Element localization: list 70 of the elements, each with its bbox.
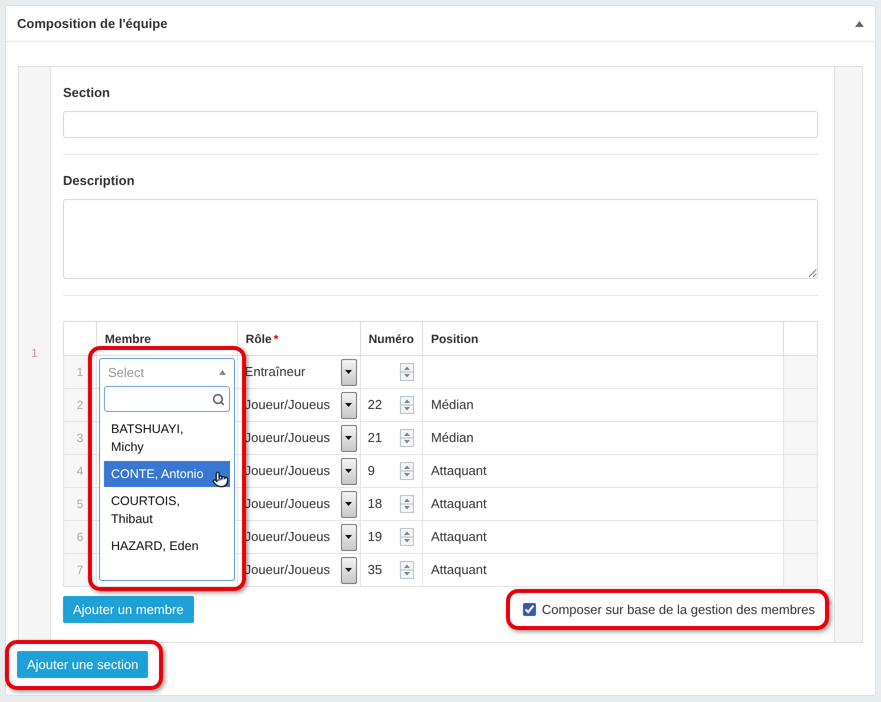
- select-placeholder: Select: [108, 364, 144, 382]
- position-value: Attaquant: [430, 529, 487, 544]
- role-dropdown-button[interactable]: [340, 424, 357, 452]
- column-header: Numéro: [368, 332, 414, 346]
- checkbox[interactable]: [522, 603, 536, 616]
- role-dropdown-button[interactable]: [340, 556, 357, 584]
- position-value: Attaquant: [430, 463, 487, 478]
- role-value: Joueur/Joueus: [244, 495, 330, 514]
- spinner-icon[interactable]: [400, 561, 414, 579]
- number-value: 9: [368, 462, 375, 480]
- number-value: 18: [368, 495, 382, 514]
- member-dropdown[interactable]: Select BATSHUAYI, Michy CONTE, Antonio COURTOIS, Thibaut HAZARD, Eden: [99, 358, 235, 581]
- dropdown-option[interactable]: HAZARD, Eden: [104, 533, 230, 559]
- required-asterisk: *: [274, 332, 278, 346]
- row-number: 3: [76, 431, 84, 445]
- caret-icon: [219, 370, 226, 375]
- spinner-icon[interactable]: [400, 528, 414, 546]
- caret-icon: [345, 502, 352, 506]
- panel-title: Composition de l'équipe: [17, 14, 168, 33]
- position-value: Médian: [430, 430, 474, 446]
- position-value: Attaquant: [430, 562, 487, 578]
- role-value: Joueur/Joueus: [244, 396, 330, 414]
- caret-icon: [345, 535, 352, 539]
- checkbox-label: Composer sur base de la gestion des membres: [542, 600, 815, 619]
- column-header: Position: [430, 332, 478, 346]
- spinner-icon[interactable]: [400, 363, 414, 381]
- number-value: 22: [368, 396, 382, 414]
- position-value: Médian: [430, 397, 474, 412]
- row-number: 6: [76, 530, 84, 544]
- row-number: 1: [76, 365, 84, 379]
- role-dropdown-button[interactable]: [340, 490, 357, 518]
- field-label: Section: [63, 84, 111, 102]
- caret-icon: [345, 469, 352, 473]
- row-number: 7: [76, 563, 84, 577]
- position-value: Attaquant: [430, 496, 487, 512]
- role-dropdown-button[interactable]: [340, 458, 357, 484]
- role-dropdown-button[interactable]: [340, 392, 357, 418]
- role-dropdown-button[interactable]: [340, 524, 357, 550]
- collapse-caret-icon[interactable]: [855, 20, 864, 26]
- search-field[interactable]: [104, 386, 230, 412]
- text-field[interactable]: [63, 111, 818, 138]
- role-dropdown-button[interactable]: [340, 358, 357, 386]
- spinner-icon[interactable]: [400, 495, 414, 513]
- role-value: Joueur/Joueus: [244, 528, 330, 546]
- row-number: 5: [76, 497, 84, 511]
- dropdown-option[interactable]: CONTE, Antonio: [104, 461, 230, 487]
- spinner-icon[interactable]: [400, 396, 414, 414]
- dropdown-option[interactable]: BATSHUAYI, Michy: [104, 416, 230, 460]
- caret-icon: [345, 403, 352, 407]
- dropdown-option[interactable]: COURTOIS, Thibaut: [104, 488, 230, 532]
- spinner-icon[interactable]: [400, 429, 414, 447]
- column-header: Membre: [104, 332, 151, 346]
- field-label: Description: [63, 172, 136, 190]
- caret-icon: [345, 370, 352, 374]
- role-value: Entraîneur: [244, 363, 306, 382]
- role-value: Joueur/Joueus: [244, 462, 330, 480]
- pointer-cursor-icon: [212, 471, 229, 488]
- number-value: 35: [368, 561, 382, 580]
- search-icon: [212, 392, 225, 406]
- spinner-icon[interactable]: [400, 462, 414, 480]
- caret-icon: [345, 568, 352, 572]
- role-value: Joueur/Joueus: [244, 429, 330, 448]
- role-value: Joueur/Joueus: [244, 561, 330, 580]
- number-value: 19: [368, 528, 382, 546]
- row-number: 4: [76, 464, 84, 478]
- number-value: 21: [368, 429, 382, 448]
- caret-icon: [345, 436, 352, 440]
- column-header: Rôle *: [246, 332, 278, 346]
- section-index: 1: [31, 345, 38, 362]
- row-number: 2: [76, 398, 84, 412]
